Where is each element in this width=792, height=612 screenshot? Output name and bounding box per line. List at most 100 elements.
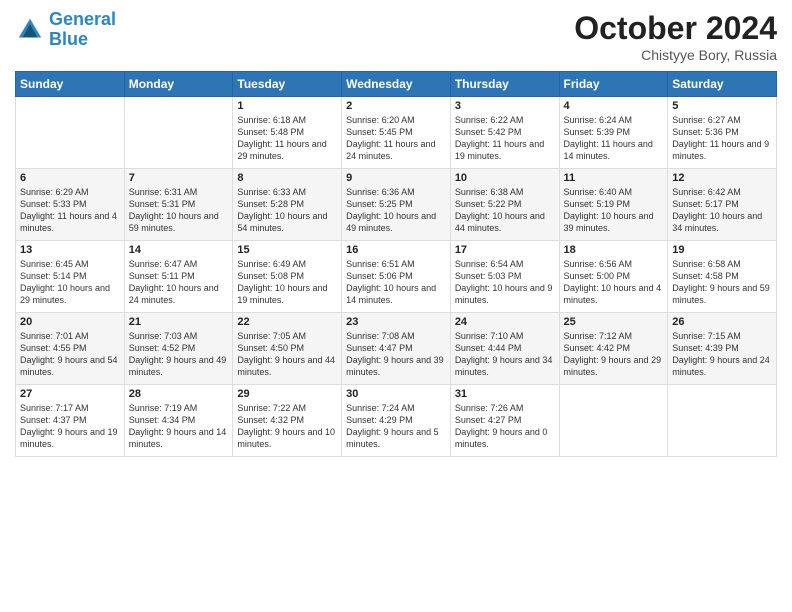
title-section: October 2024 Chistyye Bory, Russia — [574, 10, 777, 63]
calendar-week-row: 13 Sunrise: 6:45 AM Sunset: 5:14 PM Dayli… — [16, 241, 777, 313]
logo-text: General Blue — [49, 10, 116, 50]
cell-info: Sunrise: 7:24 AM Sunset: 4:29 PM Dayligh… — [346, 402, 446, 451]
col-friday: Friday — [559, 72, 668, 97]
day-number: 16 — [346, 244, 446, 256]
calendar-cell: 1Sunrise: 6:18 AM Sunset: 5:48 PM Daylig… — [233, 97, 342, 169]
day-number: 12 — [672, 172, 772, 184]
day-number: 14 — [129, 244, 229, 256]
cell-info: Sunrise: 7:08 AM Sunset: 4:47 PM Dayligh… — [346, 330, 446, 379]
cell-info: Sunrise: 6:27 AM Sunset: 5:36 PM Dayligh… — [672, 114, 772, 163]
calendar-cell: 20Sunrise: 7:01 AM Sunset: 4:55 PM Dayli… — [16, 313, 125, 385]
calendar-cell: 3Sunrise: 6:22 AM Sunset: 5:42 PM Daylig… — [450, 97, 559, 169]
day-number: 25 — [564, 316, 664, 328]
cell-info: Sunrise: 6:29 AM Sunset: 5:33 PM Dayligh… — [20, 186, 120, 235]
calendar-cell: 12 Sunrise: 6:42 AM Sunset: 5:17 PM Dayli… — [668, 169, 777, 241]
cell-info: Sunrise: 7:22 AM Sunset: 4:32 PM Dayligh… — [237, 402, 337, 451]
page: General Blue October 2024 Chistyye Bory,… — [0, 0, 792, 612]
day-number: 5 — [672, 100, 772, 112]
days-header-row: Sunday Monday Tuesday Wednesday Thursday… — [16, 72, 777, 97]
day-number: 23 — [346, 316, 446, 328]
day-number: 11 — [564, 172, 664, 184]
day-number: 18 — [564, 244, 664, 256]
cell-info: Sunrise: 7:17 AM Sunset: 4:37 PM Dayligh… — [20, 402, 120, 451]
calendar-cell: 7Sunrise: 6:31 AM Sunset: 5:31 PM Daylig… — [124, 169, 233, 241]
col-tuesday: Tuesday — [233, 72, 342, 97]
calendar-cell: 31Sunrise: 7:26 AM Sunset: 4:27 PM Dayli… — [450, 385, 559, 457]
calendar-cell: 23 Sunrise: 7:08 AM Sunset: 4:47 PM Dayli… — [342, 313, 451, 385]
day-number: 17 — [455, 244, 555, 256]
day-number: 22 — [237, 316, 337, 328]
cell-info: Sunrise: 7:10 AM Sunset: 4:44 PM Dayligh… — [455, 330, 555, 379]
day-number: 10 — [455, 172, 555, 184]
day-number: 7 — [129, 172, 229, 184]
cell-info: Sunrise: 7:19 AM Sunset: 4:34 PM Dayligh… — [129, 402, 229, 451]
day-number: 21 — [129, 316, 229, 328]
cell-info: Sunrise: 6:42 AM Sunset: 5:17 PM Dayligh… — [672, 186, 772, 235]
cell-info: Sunrise: 7:12 AM Sunset: 4:42 PM Dayligh… — [564, 330, 664, 379]
calendar-cell: 25 Sunrise: 7:12 AM Sunset: 4:42 PM Dayli… — [559, 313, 668, 385]
cell-info: Sunrise: 6:56 AM Sunset: 5:00 PM Dayligh… — [564, 258, 664, 307]
calendar-cell: 28 Sunrise: 7:19 AM Sunset: 4:34 PM Dayli… — [124, 385, 233, 457]
calendar-cell — [668, 385, 777, 457]
day-number: 13 — [20, 244, 120, 256]
cell-info: Sunrise: 7:15 AM Sunset: 4:39 PM Dayligh… — [672, 330, 772, 379]
calendar-cell: 24Sunrise: 7:10 AM Sunset: 4:44 PM Dayli… — [450, 313, 559, 385]
calendar-cell: 15 Sunrise: 6:49 AM Sunset: 5:08 PM Dayli… — [233, 241, 342, 313]
day-number: 26 — [672, 316, 772, 328]
cell-info: Sunrise: 6:38 AM Sunset: 5:22 PM Dayligh… — [455, 186, 555, 235]
calendar-cell: 9Sunrise: 6:36 AM Sunset: 5:25 PM Daylig… — [342, 169, 451, 241]
calendar-cell — [124, 97, 233, 169]
day-number: 15 — [237, 244, 337, 256]
cell-info: Sunrise: 6:40 AM Sunset: 5:19 PM Dayligh… — [564, 186, 664, 235]
day-number: 29 — [237, 388, 337, 400]
cell-info: Sunrise: 6:58 AM Sunset: 4:58 PM Dayligh… — [672, 258, 772, 307]
header: General Blue October 2024 Chistyye Bory,… — [15, 10, 777, 63]
calendar-cell: 16 Sunrise: 6:51 AM Sunset: 5:06 PM Dayli… — [342, 241, 451, 313]
day-number: 9 — [346, 172, 446, 184]
calendar-week-row: 6Sunrise: 6:29 AM Sunset: 5:33 PM Daylig… — [16, 169, 777, 241]
day-number: 3 — [455, 100, 555, 112]
calendar-cell: 18 Sunrise: 6:56 AM Sunset: 5:00 PM Dayli… — [559, 241, 668, 313]
col-monday: Monday — [124, 72, 233, 97]
calendar-week-row: 20Sunrise: 7:01 AM Sunset: 4:55 PM Dayli… — [16, 313, 777, 385]
calendar-cell: 5 Sunrise: 6:27 AM Sunset: 5:36 PM Daylig… — [668, 97, 777, 169]
calendar-cell: 27 Sunrise: 7:17 AM Sunset: 4:37 PM Dayli… — [16, 385, 125, 457]
cell-info: Sunrise: 7:03 AM Sunset: 4:52 PM Dayligh… — [129, 330, 229, 379]
cell-info: Sunrise: 6:33 AM Sunset: 5:28 PM Dayligh… — [237, 186, 337, 235]
calendar-cell: 14 Sunrise: 6:47 AM Sunset: 5:11 PM Dayli… — [124, 241, 233, 313]
day-number: 27 — [20, 388, 120, 400]
day-number: 19 — [672, 244, 772, 256]
cell-info: Sunrise: 6:20 AM Sunset: 5:45 PM Dayligh… — [346, 114, 446, 163]
day-number: 4 — [564, 100, 664, 112]
calendar-cell: 11 Sunrise: 6:40 AM Sunset: 5:19 PM Dayli… — [559, 169, 668, 241]
day-number: 8 — [237, 172, 337, 184]
cell-info: Sunrise: 6:54 AM Sunset: 5:03 PM Dayligh… — [455, 258, 555, 307]
day-number: 31 — [455, 388, 555, 400]
col-saturday: Saturday — [668, 72, 777, 97]
calendar-cell: 26 Sunrise: 7:15 AM Sunset: 4:39 PM Dayli… — [668, 313, 777, 385]
calendar-cell: 19 Sunrise: 6:58 AM Sunset: 4:58 PM Dayli… — [668, 241, 777, 313]
day-number: 1 — [237, 100, 337, 112]
calendar-cell: 8 Sunrise: 6:33 AM Sunset: 5:28 PM Daylig… — [233, 169, 342, 241]
cell-info: Sunrise: 6:49 AM Sunset: 5:08 PM Dayligh… — [237, 258, 337, 307]
cell-info: Sunrise: 7:05 AM Sunset: 4:50 PM Dayligh… — [237, 330, 337, 379]
col-wednesday: Wednesday — [342, 72, 451, 97]
calendar-cell: 4 Sunrise: 6:24 AM Sunset: 5:39 PM Daylig… — [559, 97, 668, 169]
calendar-cell: 29 Sunrise: 7:22 AM Sunset: 4:32 PM Dayli… — [233, 385, 342, 457]
cell-info: Sunrise: 6:24 AM Sunset: 5:39 PM Dayligh… — [564, 114, 664, 163]
cell-info: Sunrise: 6:45 AM Sunset: 5:14 PM Dayligh… — [20, 258, 120, 307]
col-thursday: Thursday — [450, 72, 559, 97]
calendar-week-row: 1Sunrise: 6:18 AM Sunset: 5:48 PM Daylig… — [16, 97, 777, 169]
day-number: 28 — [129, 388, 229, 400]
col-sunday: Sunday — [16, 72, 125, 97]
cell-info: Sunrise: 6:47 AM Sunset: 5:11 PM Dayligh… — [129, 258, 229, 307]
calendar-cell: 13 Sunrise: 6:45 AM Sunset: 5:14 PM Dayli… — [16, 241, 125, 313]
logo: General Blue — [15, 10, 116, 50]
calendar-cell: 21 Sunrise: 7:03 AM Sunset: 4:52 PM Dayli… — [124, 313, 233, 385]
calendar-cell: 17 Sunrise: 6:54 AM Sunset: 5:03 PM Dayli… — [450, 241, 559, 313]
day-number: 20 — [20, 316, 120, 328]
calendar-cell — [559, 385, 668, 457]
logo-icon — [15, 15, 45, 45]
calendar-cell: 30Sunrise: 7:24 AM Sunset: 4:29 PM Dayli… — [342, 385, 451, 457]
cell-info: Sunrise: 6:51 AM Sunset: 5:06 PM Dayligh… — [346, 258, 446, 307]
